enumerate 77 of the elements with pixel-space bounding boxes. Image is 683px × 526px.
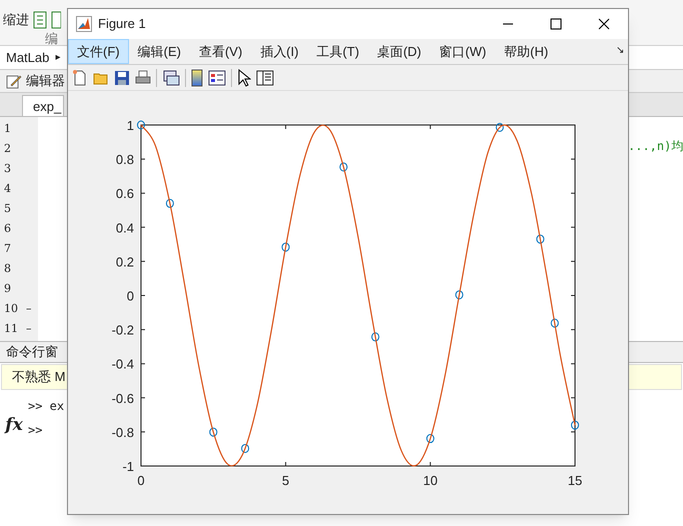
line-number: 11 bbox=[3, 320, 19, 337]
menu-item[interactable]: 桌面(D) bbox=[368, 39, 430, 64]
close-icon[interactable] bbox=[598, 18, 610, 30]
property-panel-icon[interactable] bbox=[256, 70, 274, 86]
data-marker bbox=[536, 234, 544, 244]
legend-icon[interactable] bbox=[208, 70, 226, 86]
tick-label: 0 bbox=[137, 473, 145, 488]
menu-item[interactable]: 查看(V) bbox=[190, 39, 252, 64]
line-number: 3 bbox=[3, 160, 12, 177]
line-number: 6 bbox=[3, 220, 12, 237]
menu-item[interactable]: 编辑(E) bbox=[128, 39, 190, 64]
function-button[interactable]: fx bbox=[5, 413, 23, 438]
colorbar-icon[interactable] bbox=[191, 68, 203, 86]
tick-label: 10 bbox=[423, 473, 438, 488]
indent-icon[interactable] bbox=[33, 10, 47, 29]
line-number: 2 bbox=[3, 140, 12, 157]
tick-label: -0.4 bbox=[112, 356, 134, 372]
pencil-icon bbox=[6, 73, 22, 89]
menu-item[interactable]: 帮助(H) bbox=[495, 39, 558, 64]
tick-label: 0.2 bbox=[116, 254, 134, 270]
menu-item[interactable]: 文件(F) bbox=[68, 39, 129, 64]
address-bar-item[interactable]: MatLab bbox=[6, 48, 50, 68]
breadcrumb-arrow[interactable]: ▸ bbox=[55, 50, 60, 65]
data-marker bbox=[455, 290, 464, 300]
command-prompt: >> ex bbox=[28, 398, 64, 415]
line-number: 8 bbox=[3, 260, 12, 277]
data-marker bbox=[496, 122, 504, 132]
data-marker bbox=[371, 332, 380, 342]
breakpoint-dash[interactable]: – bbox=[20, 320, 32, 338]
command-prompt: >> bbox=[28, 422, 44, 439]
window-title: Figure 1 bbox=[98, 15, 146, 34]
line-number: 7 bbox=[3, 240, 12, 257]
tick-label: 1 bbox=[126, 118, 134, 133]
indent-label[interactable]: 缩进 bbox=[3, 10, 29, 30]
group-label: 编 bbox=[45, 30, 58, 45]
printer-icon[interactable] bbox=[135, 70, 151, 86]
line-number: 10 bbox=[3, 300, 19, 317]
menu-item[interactable]: 窗口(W) bbox=[430, 39, 496, 64]
panel-title: 命令行窗 bbox=[6, 343, 58, 362]
tick-label: 0 bbox=[126, 288, 134, 304]
tick-label: -1 bbox=[122, 459, 134, 474]
data-marker bbox=[166, 198, 174, 208]
breakpoint-dash[interactable]: – bbox=[20, 300, 32, 318]
figure-logo-icon bbox=[76, 16, 92, 32]
menu-item[interactable]: 插入(I) bbox=[251, 39, 308, 64]
notice-text: 不熟悉 M bbox=[12, 368, 66, 386]
line-number: 4 bbox=[3, 180, 12, 197]
line-number: 5 bbox=[3, 200, 12, 217]
tick-label: 0.6 bbox=[116, 186, 134, 202]
link-figure-icon[interactable] bbox=[162, 70, 180, 86]
file-tab[interactable]: exp_ bbox=[22, 95, 64, 116]
tick-label: -0.8 bbox=[112, 424, 134, 440]
data-marker bbox=[241, 444, 250, 453]
pointer-icon[interactable] bbox=[237, 68, 251, 86]
tick-label: -0.6 bbox=[112, 390, 134, 406]
tick-label: -0.2 bbox=[112, 322, 134, 338]
line-number: 1 bbox=[3, 120, 12, 137]
code-comment: ...,n)均 bbox=[628, 138, 683, 155]
maximize-icon[interactable] bbox=[550, 18, 562, 30]
tick-label: 0.8 bbox=[116, 152, 134, 168]
data-marker bbox=[340, 162, 348, 172]
data-marker bbox=[426, 434, 434, 444]
dock-arrow[interactable]: ↘ bbox=[616, 43, 624, 58]
data-marker bbox=[571, 420, 579, 430]
tick-label: 0.4 bbox=[116, 220, 134, 236]
line-number: 9 bbox=[3, 280, 12, 297]
data-marker bbox=[550, 318, 559, 328]
save-icon[interactable] bbox=[114, 70, 130, 86]
menu-item[interactable]: 工具(T) bbox=[308, 39, 368, 64]
tick-label: 15 bbox=[568, 473, 582, 488]
indent-icon[interactable] bbox=[51, 10, 61, 29]
editor-label: 编辑器 bbox=[26, 72, 65, 90]
new-file-icon[interactable] bbox=[72, 70, 88, 86]
data-marker bbox=[209, 428, 218, 437]
tick-label: 5 bbox=[282, 473, 290, 488]
data-marker bbox=[282, 242, 290, 252]
data-marker bbox=[137, 120, 145, 130]
